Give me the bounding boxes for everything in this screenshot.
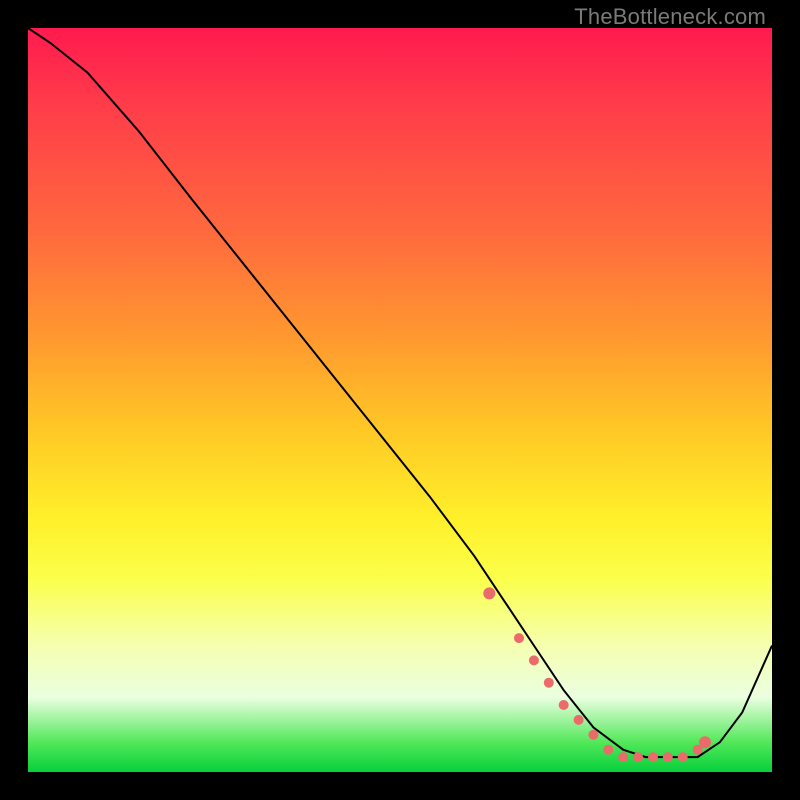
curve-layer [28, 28, 772, 772]
bottleneck-curve [28, 28, 772, 757]
highlight-dot [559, 700, 569, 710]
highlight-dot [514, 633, 524, 643]
highlight-dot [588, 730, 598, 740]
highlight-dot [618, 752, 628, 762]
chart-frame: TheBottleneck.com [0, 0, 800, 800]
highlight-dot [663, 752, 673, 762]
highlight-dot [633, 752, 643, 762]
highlight-dot [678, 752, 688, 762]
watermark-text: TheBottleneck.com [574, 4, 766, 30]
highlight-dot [574, 715, 584, 725]
highlight-dot [544, 678, 554, 688]
highlight-dot [483, 587, 495, 599]
highlight-dot [699, 736, 711, 748]
highlight-dot [529, 655, 539, 665]
highlight-dot [648, 752, 658, 762]
plot-area [28, 28, 772, 772]
highlight-dots [483, 587, 711, 762]
highlight-dot [603, 745, 613, 755]
